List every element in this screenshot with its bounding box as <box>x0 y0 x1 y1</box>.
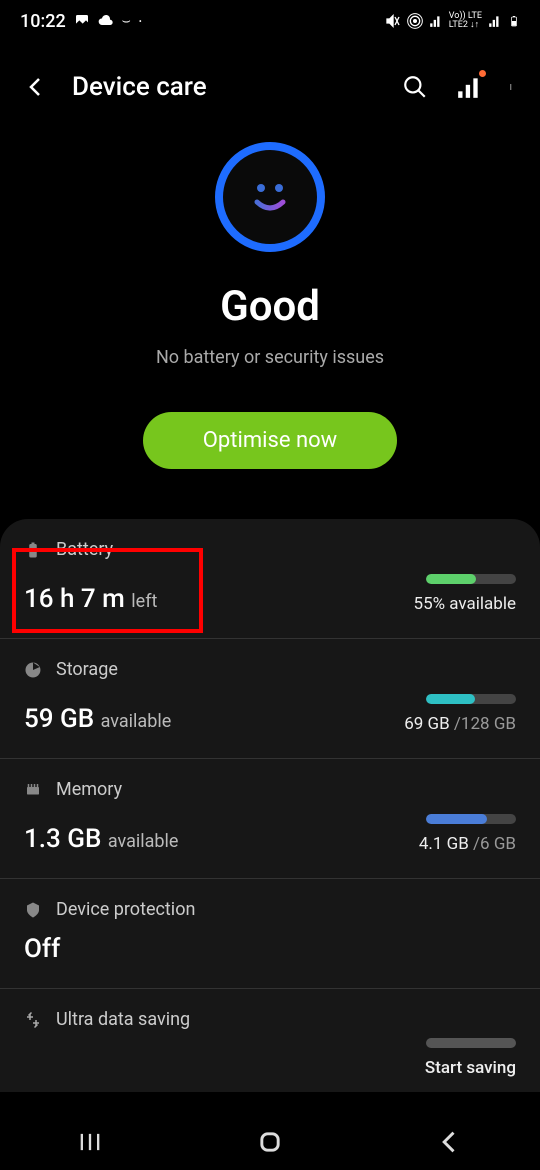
ultra-data-right: Start saving <box>425 1038 516 1078</box>
battery-icon <box>24 541 42 559</box>
memory-label: Memory <box>56 779 122 800</box>
memory-item[interactable]: Memory 1.3 GB available 4.1 GB /6 GB <box>0 759 540 879</box>
memory-available: 4.1 GB /6 GB <box>419 834 516 854</box>
status-title: Good <box>24 282 516 331</box>
dot-indicator-icon: • <box>139 17 142 26</box>
ultra-data-item[interactable]: Ultra data saving Start saving <box>0 989 540 1092</box>
storage-value: 59 GB available <box>24 704 171 734</box>
protection-value: Off <box>24 934 60 964</box>
storage-item[interactable]: Storage 59 GB available 69 GB /128 GB <box>0 639 540 759</box>
status-subtitle: No battery or security issues <box>24 347 516 368</box>
protection-label: Device protection <box>56 899 195 920</box>
app-header: Device care <box>0 42 540 122</box>
network-label: Vo)) LTELTE2 ↓↑ <box>449 12 482 30</box>
gallery-icon <box>74 13 90 29</box>
storage-icon <box>24 661 42 679</box>
optimise-button[interactable]: Optimise now <box>143 412 397 469</box>
battery-status-icon <box>508 13 520 29</box>
more-icon[interactable] <box>510 74 516 100</box>
status-bar: 10:22 ⌣ • Vo)) LTELTE2 ↓↑ <box>0 0 540 42</box>
home-icon[interactable] <box>256 1128 284 1156</box>
storage-available: 69 GB /128 GB <box>404 714 516 734</box>
signal-1-icon <box>429 13 443 29</box>
page-title: Device care <box>72 72 378 102</box>
signal-strength-icon[interactable] <box>456 74 482 100</box>
ultra-data-progress <box>426 1038 516 1048</box>
status-time: 10:22 <box>20 11 66 32</box>
battery-available: 55% available <box>414 594 516 614</box>
memory-icon <box>24 781 42 799</box>
battery-value: 16 h 7 m left <box>24 584 157 614</box>
search-icon[interactable] <box>402 74 428 100</box>
storage-right: 69 GB /128 GB <box>404 694 516 734</box>
status-ring-icon <box>215 142 325 252</box>
smile-indicator-icon: ⌣ <box>122 13 131 29</box>
status-left: 10:22 ⌣ • <box>20 11 142 32</box>
back-icon[interactable] <box>24 75 48 99</box>
battery-progress <box>426 574 516 584</box>
ultra-data-label: Ultra data saving <box>56 1009 190 1030</box>
ultra-data-text: Start saving <box>425 1058 516 1078</box>
hotspot-icon <box>407 13 423 29</box>
battery-item[interactable]: Battery 16 h 7 m left 55% available <box>0 519 540 639</box>
battery-right: 55% available <box>414 574 516 614</box>
mute-icon <box>385 13 401 29</box>
storage-label: Storage <box>56 659 118 680</box>
protection-item[interactable]: Device protection Off <box>0 879 540 989</box>
battery-label: Battery <box>56 539 113 560</box>
data-saving-icon <box>24 1011 42 1029</box>
nav-back-icon[interactable] <box>436 1128 464 1156</box>
memory-progress <box>426 814 516 824</box>
details-panel: Battery 16 h 7 m left 55% available Stor… <box>0 519 540 1092</box>
status-right: Vo)) LTELTE2 ↓↑ <box>385 12 520 30</box>
notification-dot-icon <box>479 70 486 77</box>
signal-2-icon <box>488 13 502 29</box>
memory-value: 1.3 GB available <box>24 824 178 854</box>
cloud-icon <box>98 13 114 29</box>
nav-bar <box>0 1114 540 1170</box>
memory-right: 4.1 GB /6 GB <box>419 814 516 854</box>
status-section: Good No battery or security issues Optim… <box>0 122 540 499</box>
storage-progress <box>426 694 516 704</box>
recents-icon[interactable] <box>76 1128 104 1156</box>
shield-icon <box>24 901 42 919</box>
smiley-icon <box>245 172 295 222</box>
